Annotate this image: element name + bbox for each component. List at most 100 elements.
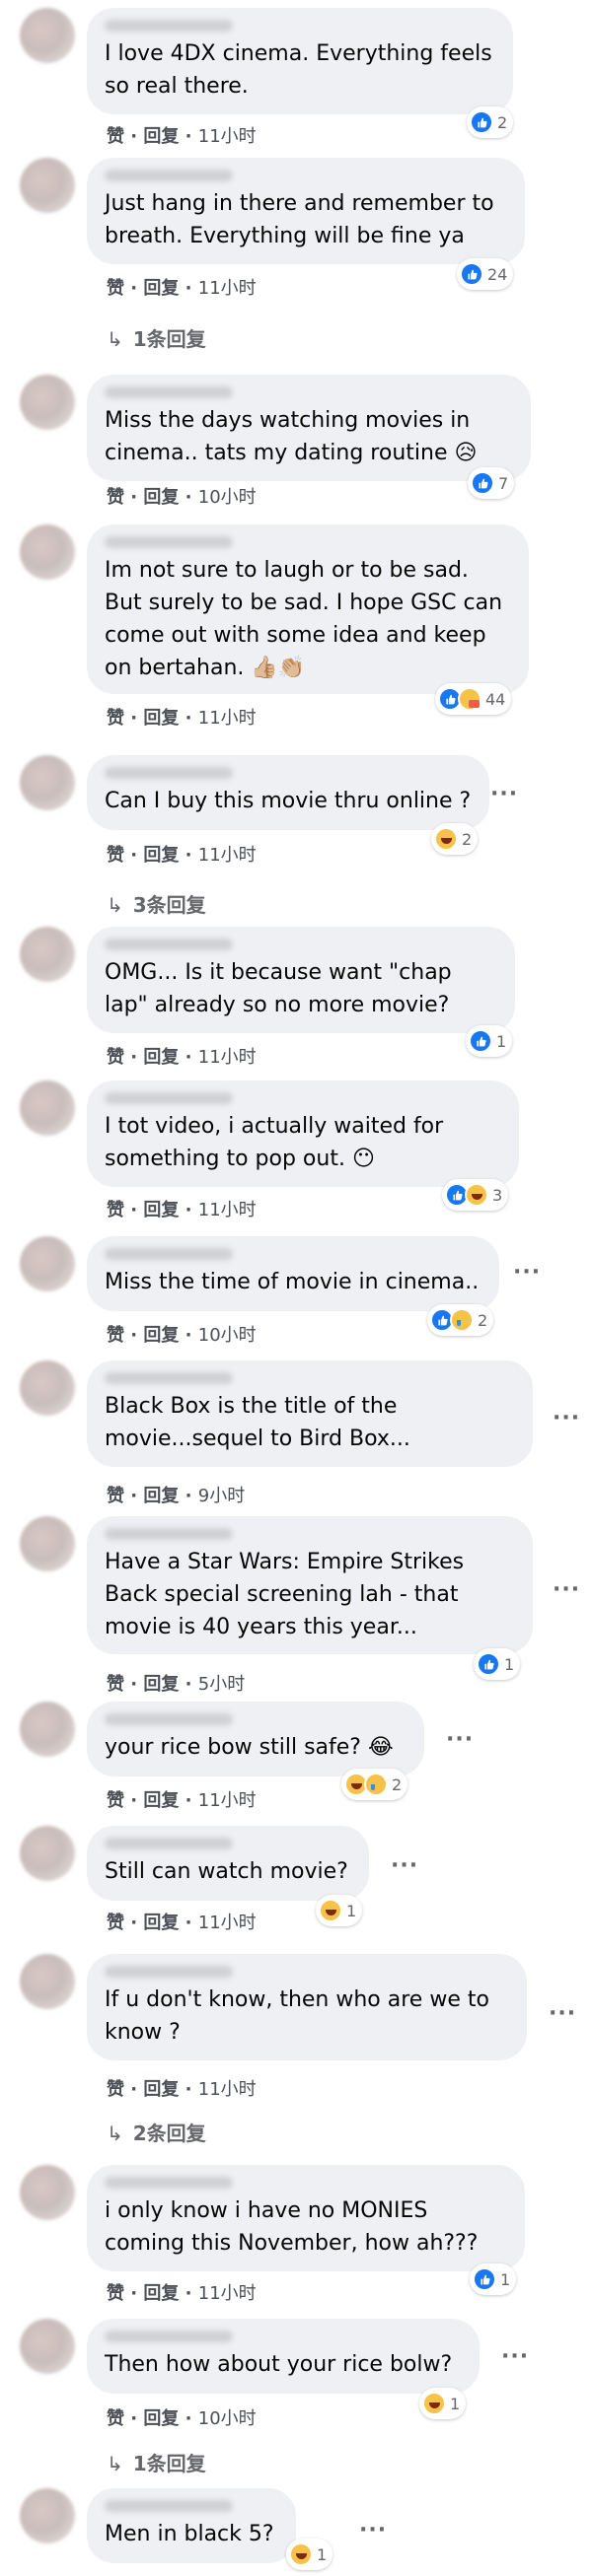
reply-action[interactable]: 回复 <box>143 1325 179 1346</box>
avatar[interactable] <box>20 1080 75 1136</box>
commenter-name-redacted[interactable] <box>105 1528 233 1540</box>
commenter-name-redacted[interactable] <box>105 1372 233 1384</box>
timestamp[interactable]: 11小时 <box>198 2079 257 2100</box>
timestamp[interactable]: 11小时 <box>198 708 257 729</box>
avatar[interactable] <box>20 2319 75 2374</box>
reply-action[interactable]: 回复 <box>143 487 179 508</box>
more-options-icon[interactable]: ··· <box>501 2344 529 2369</box>
timestamp[interactable]: 11小时 <box>198 1200 257 1220</box>
avatar[interactable] <box>20 1954 75 2009</box>
commenter-name-redacted[interactable] <box>105 2331 233 2342</box>
avatar[interactable] <box>20 524 75 580</box>
reply-action[interactable]: 回复 <box>143 2283 179 2304</box>
like-action[interactable]: 赞 <box>107 1200 124 1220</box>
view-replies-link[interactable]: ↳ 2条回复 <box>107 2118 206 2146</box>
reply-action[interactable]: 回复 <box>143 1047 179 1068</box>
timestamp[interactable]: 5小时 <box>198 1674 245 1695</box>
like-action[interactable]: 赞 <box>107 2079 124 2100</box>
reaction-summary[interactable]: 1 <box>474 1648 521 1680</box>
reaction-summary[interactable]: 1 <box>316 1895 363 1926</box>
reaction-summary[interactable]: 2 <box>427 1304 494 1336</box>
more-options-icon[interactable]: ··· <box>513 1260 541 1285</box>
avatar[interactable] <box>20 1702 75 1757</box>
view-replies-link[interactable]: ↳ 1条回复 <box>107 2448 206 2476</box>
commenter-name-redacted[interactable] <box>105 939 233 950</box>
view-replies-link[interactable]: ↳ 3条回复 <box>107 889 206 918</box>
reaction-summary[interactable]: 3 <box>442 1179 509 1211</box>
like-action[interactable]: 赞 <box>107 708 124 729</box>
commenter-name-redacted[interactable] <box>105 1713 233 1725</box>
more-options-icon[interactable]: ··· <box>549 2001 576 2026</box>
commenter-name-redacted[interactable] <box>105 1966 233 1978</box>
avatar[interactable] <box>20 755 75 810</box>
reaction-summary[interactable]: 1 <box>466 1025 513 1057</box>
timestamp[interactable]: 11小时 <box>198 1913 257 1933</box>
like-action[interactable]: 赞 <box>107 1674 124 1695</box>
commenter-name-redacted[interactable] <box>105 20 233 32</box>
timestamp[interactable]: 9小时 <box>198 1486 245 1506</box>
like-action[interactable]: 赞 <box>107 1790 124 1811</box>
reaction-summary[interactable]: 1 <box>419 2388 467 2419</box>
reaction-summary[interactable]: 7 <box>468 467 515 499</box>
reaction-summary[interactable]: 2 <box>467 106 514 138</box>
like-action[interactable]: 赞 <box>107 2283 124 2304</box>
reply-action[interactable]: 回复 <box>143 126 179 147</box>
timestamp[interactable]: 10小时 <box>198 1325 257 1346</box>
timestamp[interactable]: 11小时 <box>198 1047 257 1068</box>
commenter-name-redacted[interactable] <box>105 767 233 779</box>
like-action[interactable]: 赞 <box>107 845 124 866</box>
more-options-icon[interactable]: ··· <box>359 2518 387 2542</box>
reply-action[interactable]: 回复 <box>143 1913 179 1933</box>
like-action[interactable]: 赞 <box>107 1325 124 1346</box>
reaction-summary[interactable]: 24 <box>457 258 514 290</box>
commenter-name-redacted[interactable] <box>105 2500 233 2512</box>
commenter-name-redacted[interactable] <box>105 536 233 548</box>
avatar[interactable] <box>20 1826 75 1881</box>
like-action[interactable]: 赞 <box>107 126 124 147</box>
reaction-summary[interactable]: 1 <box>470 2263 517 2295</box>
view-replies-link[interactable]: ↳ 1条回复 <box>107 323 206 352</box>
avatar[interactable] <box>20 2488 75 2543</box>
reaction-summary[interactable]: 2 <box>431 823 479 855</box>
reply-action[interactable]: 回复 <box>143 1486 179 1506</box>
reaction-summary[interactable]: 44 <box>435 683 512 715</box>
avatar[interactable] <box>20 1360 75 1416</box>
avatar[interactable] <box>20 8 75 63</box>
more-options-icon[interactable]: ··· <box>391 1853 418 1878</box>
reply-action[interactable]: 回复 <box>143 708 179 729</box>
commenter-name-redacted[interactable] <box>105 1838 233 1849</box>
avatar[interactable] <box>20 375 75 430</box>
avatar[interactable] <box>20 1236 75 1291</box>
commenter-name-redacted[interactable] <box>105 2177 233 2189</box>
reply-action[interactable]: 回复 <box>143 1200 179 1220</box>
avatar[interactable] <box>20 158 75 213</box>
reply-action[interactable]: 回复 <box>143 2079 179 2100</box>
reply-action[interactable]: 回复 <box>143 1674 179 1695</box>
commenter-name-redacted[interactable] <box>105 1248 233 1260</box>
reply-action[interactable]: 回复 <box>143 1790 179 1811</box>
reaction-summary[interactable]: 1 <box>286 2539 333 2570</box>
more-options-icon[interactable]: ··· <box>553 1577 580 1602</box>
timestamp[interactable]: 10小时 <box>198 2408 257 2429</box>
commenter-name-redacted[interactable] <box>105 386 233 398</box>
timestamp[interactable]: 11小时 <box>198 278 257 299</box>
more-options-icon[interactable]: ··· <box>446 1727 474 1752</box>
like-action[interactable]: 赞 <box>107 487 124 508</box>
like-action[interactable]: 赞 <box>107 1913 124 1933</box>
more-options-icon[interactable]: ··· <box>490 782 518 806</box>
like-action[interactable]: 赞 <box>107 278 124 299</box>
commenter-name-redacted[interactable] <box>105 1092 233 1104</box>
reply-action[interactable]: 回复 <box>143 278 179 299</box>
timestamp[interactable]: 11小时 <box>198 1790 257 1811</box>
timestamp[interactable]: 11小时 <box>198 845 257 866</box>
avatar[interactable] <box>20 1516 75 1571</box>
commenter-name-redacted[interactable] <box>105 170 233 181</box>
more-options-icon[interactable]: ··· <box>553 1406 580 1430</box>
like-action[interactable]: 赞 <box>107 1047 124 1068</box>
like-action[interactable]: 赞 <box>107 1486 124 1506</box>
avatar[interactable] <box>20 927 75 982</box>
like-action[interactable]: 赞 <box>107 2408 124 2429</box>
reaction-summary[interactable]: 2 <box>341 1769 408 1800</box>
timestamp[interactable]: 11小时 <box>198 2283 257 2304</box>
avatar[interactable] <box>20 2165 75 2220</box>
